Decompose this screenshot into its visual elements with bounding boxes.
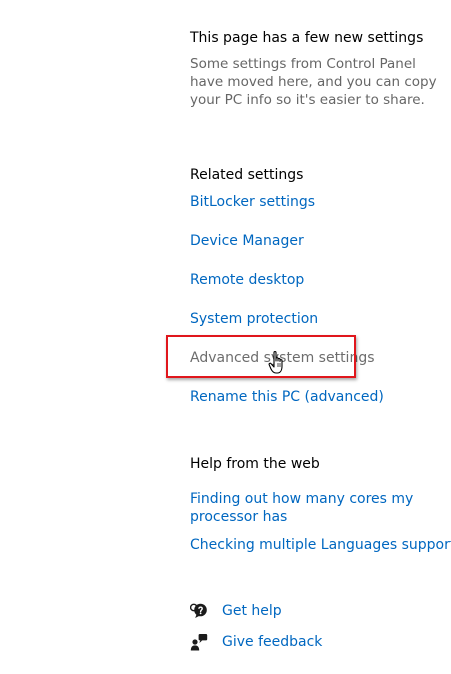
- cores-help-link-line: Finding out how many cores my: [190, 491, 414, 507]
- give-feedback-link[interactable]: Give feedback: [222, 633, 322, 651]
- cores-help-link-line: processor has: [190, 509, 288, 525]
- hand-cursor-icon: [268, 350, 283, 374]
- remote-desktop-link[interactable]: Remote desktop: [190, 271, 304, 289]
- rename-pc-link[interactable]: Rename this PC (advanced): [190, 388, 384, 406]
- feedback-icon: [190, 634, 208, 651]
- bitlocker-settings-link[interactable]: BitLocker settings: [190, 193, 315, 211]
- new-settings-title: This page has a few new settings: [190, 30, 424, 46]
- description-line: Some settings from Control Panel: [190, 56, 416, 72]
- description-line: have moved here, and you can copy: [190, 74, 437, 90]
- get-help-icon: [190, 603, 207, 618]
- description-line: your PC info so it's easier to share.: [190, 92, 425, 108]
- cores-help-link[interactable]: Finding out how many cores my processor …: [190, 490, 413, 526]
- highlight-box: [166, 335, 356, 378]
- languages-help-link[interactable]: Checking multiple Languages support: [190, 536, 451, 554]
- system-protection-link[interactable]: System protection: [190, 310, 318, 328]
- device-manager-link[interactable]: Device Manager: [190, 232, 304, 250]
- help-from-web-title: Help from the web: [190, 456, 320, 472]
- new-settings-description: Some settings from Control Panel have mo…: [190, 55, 440, 109]
- get-help-link[interactable]: Get help: [222, 602, 282, 620]
- related-settings-title: Related settings: [190, 167, 304, 183]
